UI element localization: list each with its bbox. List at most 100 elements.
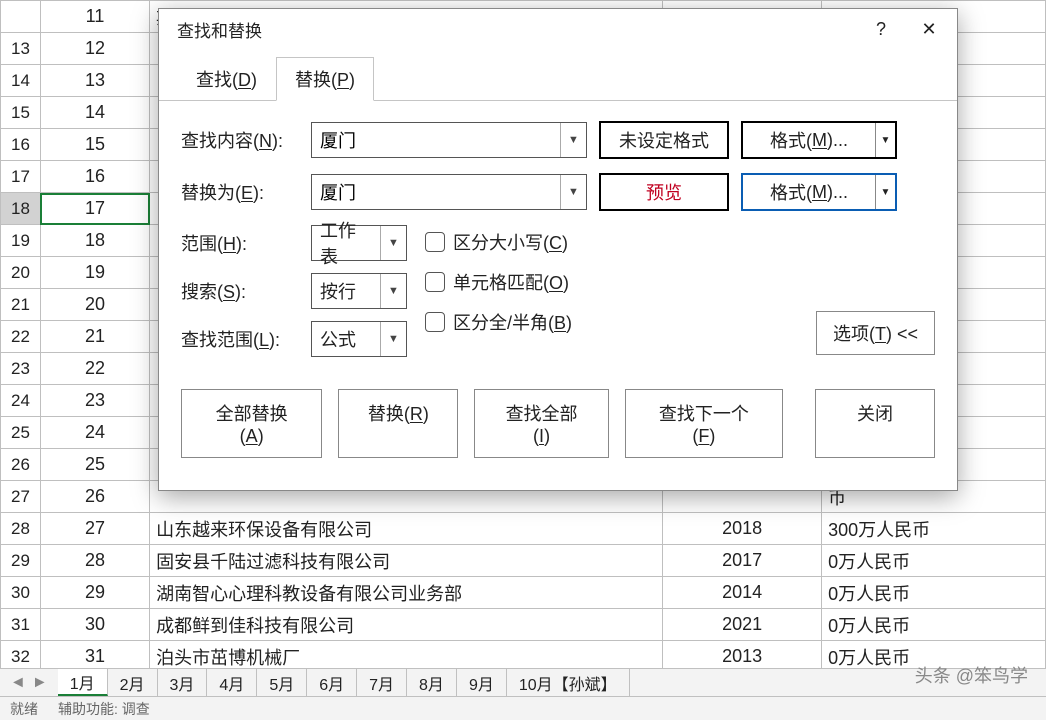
- replace-format-button[interactable]: 格式(M)... ▼: [741, 173, 897, 211]
- scope-select[interactable]: 工作表 ▼: [311, 225, 407, 261]
- row-header[interactable]: 31: [1, 609, 41, 641]
- cell[interactable]: 28: [40, 545, 149, 577]
- cell[interactable]: 27: [40, 513, 149, 545]
- help-button[interactable]: ?: [857, 9, 905, 49]
- cell[interactable]: 2017: [663, 545, 822, 577]
- sheet-tab[interactable]: 1月: [58, 669, 108, 696]
- tab-replace[interactable]: 替换(P): [276, 57, 374, 101]
- match-cell-checkbox[interactable]: 单元格匹配(O): [425, 269, 572, 295]
- cell[interactable]: 30: [40, 609, 149, 641]
- tab-find[interactable]: 查找(D): [177, 57, 276, 101]
- cell[interactable]: 山东越来环保设备有限公司: [150, 513, 663, 545]
- cell[interactable]: 14: [40, 97, 149, 129]
- sheet-tab[interactable]: 6月: [307, 669, 357, 696]
- row-header[interactable]: 23: [1, 353, 41, 385]
- cell[interactable]: 24: [40, 417, 149, 449]
- sheet-tab[interactable]: 5月: [257, 669, 307, 696]
- row-header[interactable]: 14: [1, 65, 41, 97]
- row-header[interactable]: 30: [1, 577, 41, 609]
- tab-nav-next-icon[interactable]: ►: [32, 674, 48, 692]
- row-header[interactable]: 25: [1, 417, 41, 449]
- row-header[interactable]: 24: [1, 385, 41, 417]
- cell[interactable]: 2014: [663, 577, 822, 609]
- checkbox-icon: [425, 312, 445, 332]
- match-width-checkbox[interactable]: 区分全/半角(B): [425, 309, 572, 335]
- find-all-button[interactable]: 查找全部(I): [474, 389, 608, 458]
- close-button[interactable]: 关闭: [815, 389, 935, 458]
- cell[interactable]: 25: [40, 449, 149, 481]
- cell[interactable]: 0万人民币: [822, 577, 1046, 609]
- sheet-tab[interactable]: 3月: [158, 669, 208, 696]
- options-button[interactable]: 选项(T) <<: [816, 311, 935, 355]
- sheet-tab[interactable]: 7月: [357, 669, 407, 696]
- chevron-down-icon[interactable]: ▼: [875, 123, 895, 157]
- row-header[interactable]: 22: [1, 321, 41, 353]
- search-label: 搜索(S):: [181, 278, 299, 304]
- row-header[interactable]: 13: [1, 33, 41, 65]
- dialog-tabs: 查找(D) 替换(P): [159, 49, 957, 101]
- table-row[interactable]: 3130成都鲜到佳科技有限公司20210万人民币: [1, 609, 1046, 641]
- cell[interactable]: 11: [40, 1, 149, 33]
- cell[interactable]: 17: [40, 193, 149, 225]
- row-header[interactable]: 16: [1, 129, 41, 161]
- replace-button[interactable]: 替换(R): [338, 389, 458, 458]
- cell[interactable]: 29: [40, 577, 149, 609]
- sheet-tab[interactable]: 10月【孙斌】: [507, 669, 630, 696]
- find-input-field[interactable]: [312, 123, 560, 157]
- tab-nav-prev-icon[interactable]: ◄: [10, 674, 26, 692]
- table-row[interactable]: 2928固安县千陆过滤科技有限公司20170万人民币: [1, 545, 1046, 577]
- cell[interactable]: 13: [40, 65, 149, 97]
- chevron-down-icon[interactable]: ▼: [875, 175, 895, 209]
- find-input[interactable]: ▼: [311, 122, 587, 158]
- row-header[interactable]: 21: [1, 289, 41, 321]
- cell[interactable]: 23: [40, 385, 149, 417]
- close-icon[interactable]: ✕: [905, 9, 953, 49]
- table-row[interactable]: 2827山东越来环保设备有限公司2018300万人民币: [1, 513, 1046, 545]
- cell[interactable]: 2018: [663, 513, 822, 545]
- chevron-down-icon[interactable]: ▼: [380, 322, 406, 356]
- cell[interactable]: 21: [40, 321, 149, 353]
- row-header[interactable]: 26: [1, 449, 41, 481]
- cell[interactable]: 12: [40, 33, 149, 65]
- sheet-tab[interactable]: 8月: [407, 669, 457, 696]
- row-header[interactable]: 29: [1, 545, 41, 577]
- row-header[interactable]: 19: [1, 225, 41, 257]
- row-header[interactable]: 17: [1, 161, 41, 193]
- cell[interactable]: 26: [40, 481, 149, 513]
- row-header[interactable]: 18: [1, 193, 41, 225]
- cell[interactable]: 固安县千陆过滤科技有限公司: [150, 545, 663, 577]
- cell[interactable]: 2021: [663, 609, 822, 641]
- row-header[interactable]: 28: [1, 513, 41, 545]
- chevron-down-icon[interactable]: ▼: [380, 226, 406, 260]
- cell[interactable]: 湖南智心心理科教设备有限公司业务部: [150, 577, 663, 609]
- sheet-tab[interactable]: 4月: [207, 669, 257, 696]
- cell[interactable]: 18: [40, 225, 149, 257]
- replace-all-button[interactable]: 全部替换(A): [181, 389, 322, 458]
- chevron-down-icon[interactable]: ▼: [380, 274, 406, 308]
- find-dropdown-icon[interactable]: ▼: [560, 123, 586, 157]
- match-case-checkbox[interactable]: 区分大小写(C): [425, 229, 572, 255]
- sheet-tab[interactable]: 2月: [108, 669, 158, 696]
- cell[interactable]: 300万人民币: [822, 513, 1046, 545]
- cell[interactable]: 20: [40, 289, 149, 321]
- cell[interactable]: 0万人民币: [822, 609, 1046, 641]
- replace-dropdown-icon[interactable]: ▼: [560, 175, 586, 209]
- row-header[interactable]: 27: [1, 481, 41, 513]
- row-header[interactable]: 20: [1, 257, 41, 289]
- search-select[interactable]: 按行 ▼: [311, 273, 407, 309]
- replace-input-field[interactable]: [312, 175, 560, 209]
- replace-input[interactable]: ▼: [311, 174, 587, 210]
- row-header[interactable]: 15: [1, 97, 41, 129]
- lookin-select[interactable]: 公式 ▼: [311, 321, 407, 357]
- cell[interactable]: 15: [40, 129, 149, 161]
- cell[interactable]: 19: [40, 257, 149, 289]
- find-format-button[interactable]: 格式(M)... ▼: [741, 121, 897, 159]
- cell[interactable]: 22: [40, 353, 149, 385]
- find-next-button[interactable]: 查找下一个(F): [625, 389, 783, 458]
- cell[interactable]: 成都鲜到佳科技有限公司: [150, 609, 663, 641]
- cell[interactable]: 16: [40, 161, 149, 193]
- sheet-tab[interactable]: 9月: [457, 669, 507, 696]
- cell[interactable]: 0万人民币: [822, 545, 1046, 577]
- row-header[interactable]: [1, 1, 41, 33]
- table-row[interactable]: 3029湖南智心心理科教设备有限公司业务部20140万人民币: [1, 577, 1046, 609]
